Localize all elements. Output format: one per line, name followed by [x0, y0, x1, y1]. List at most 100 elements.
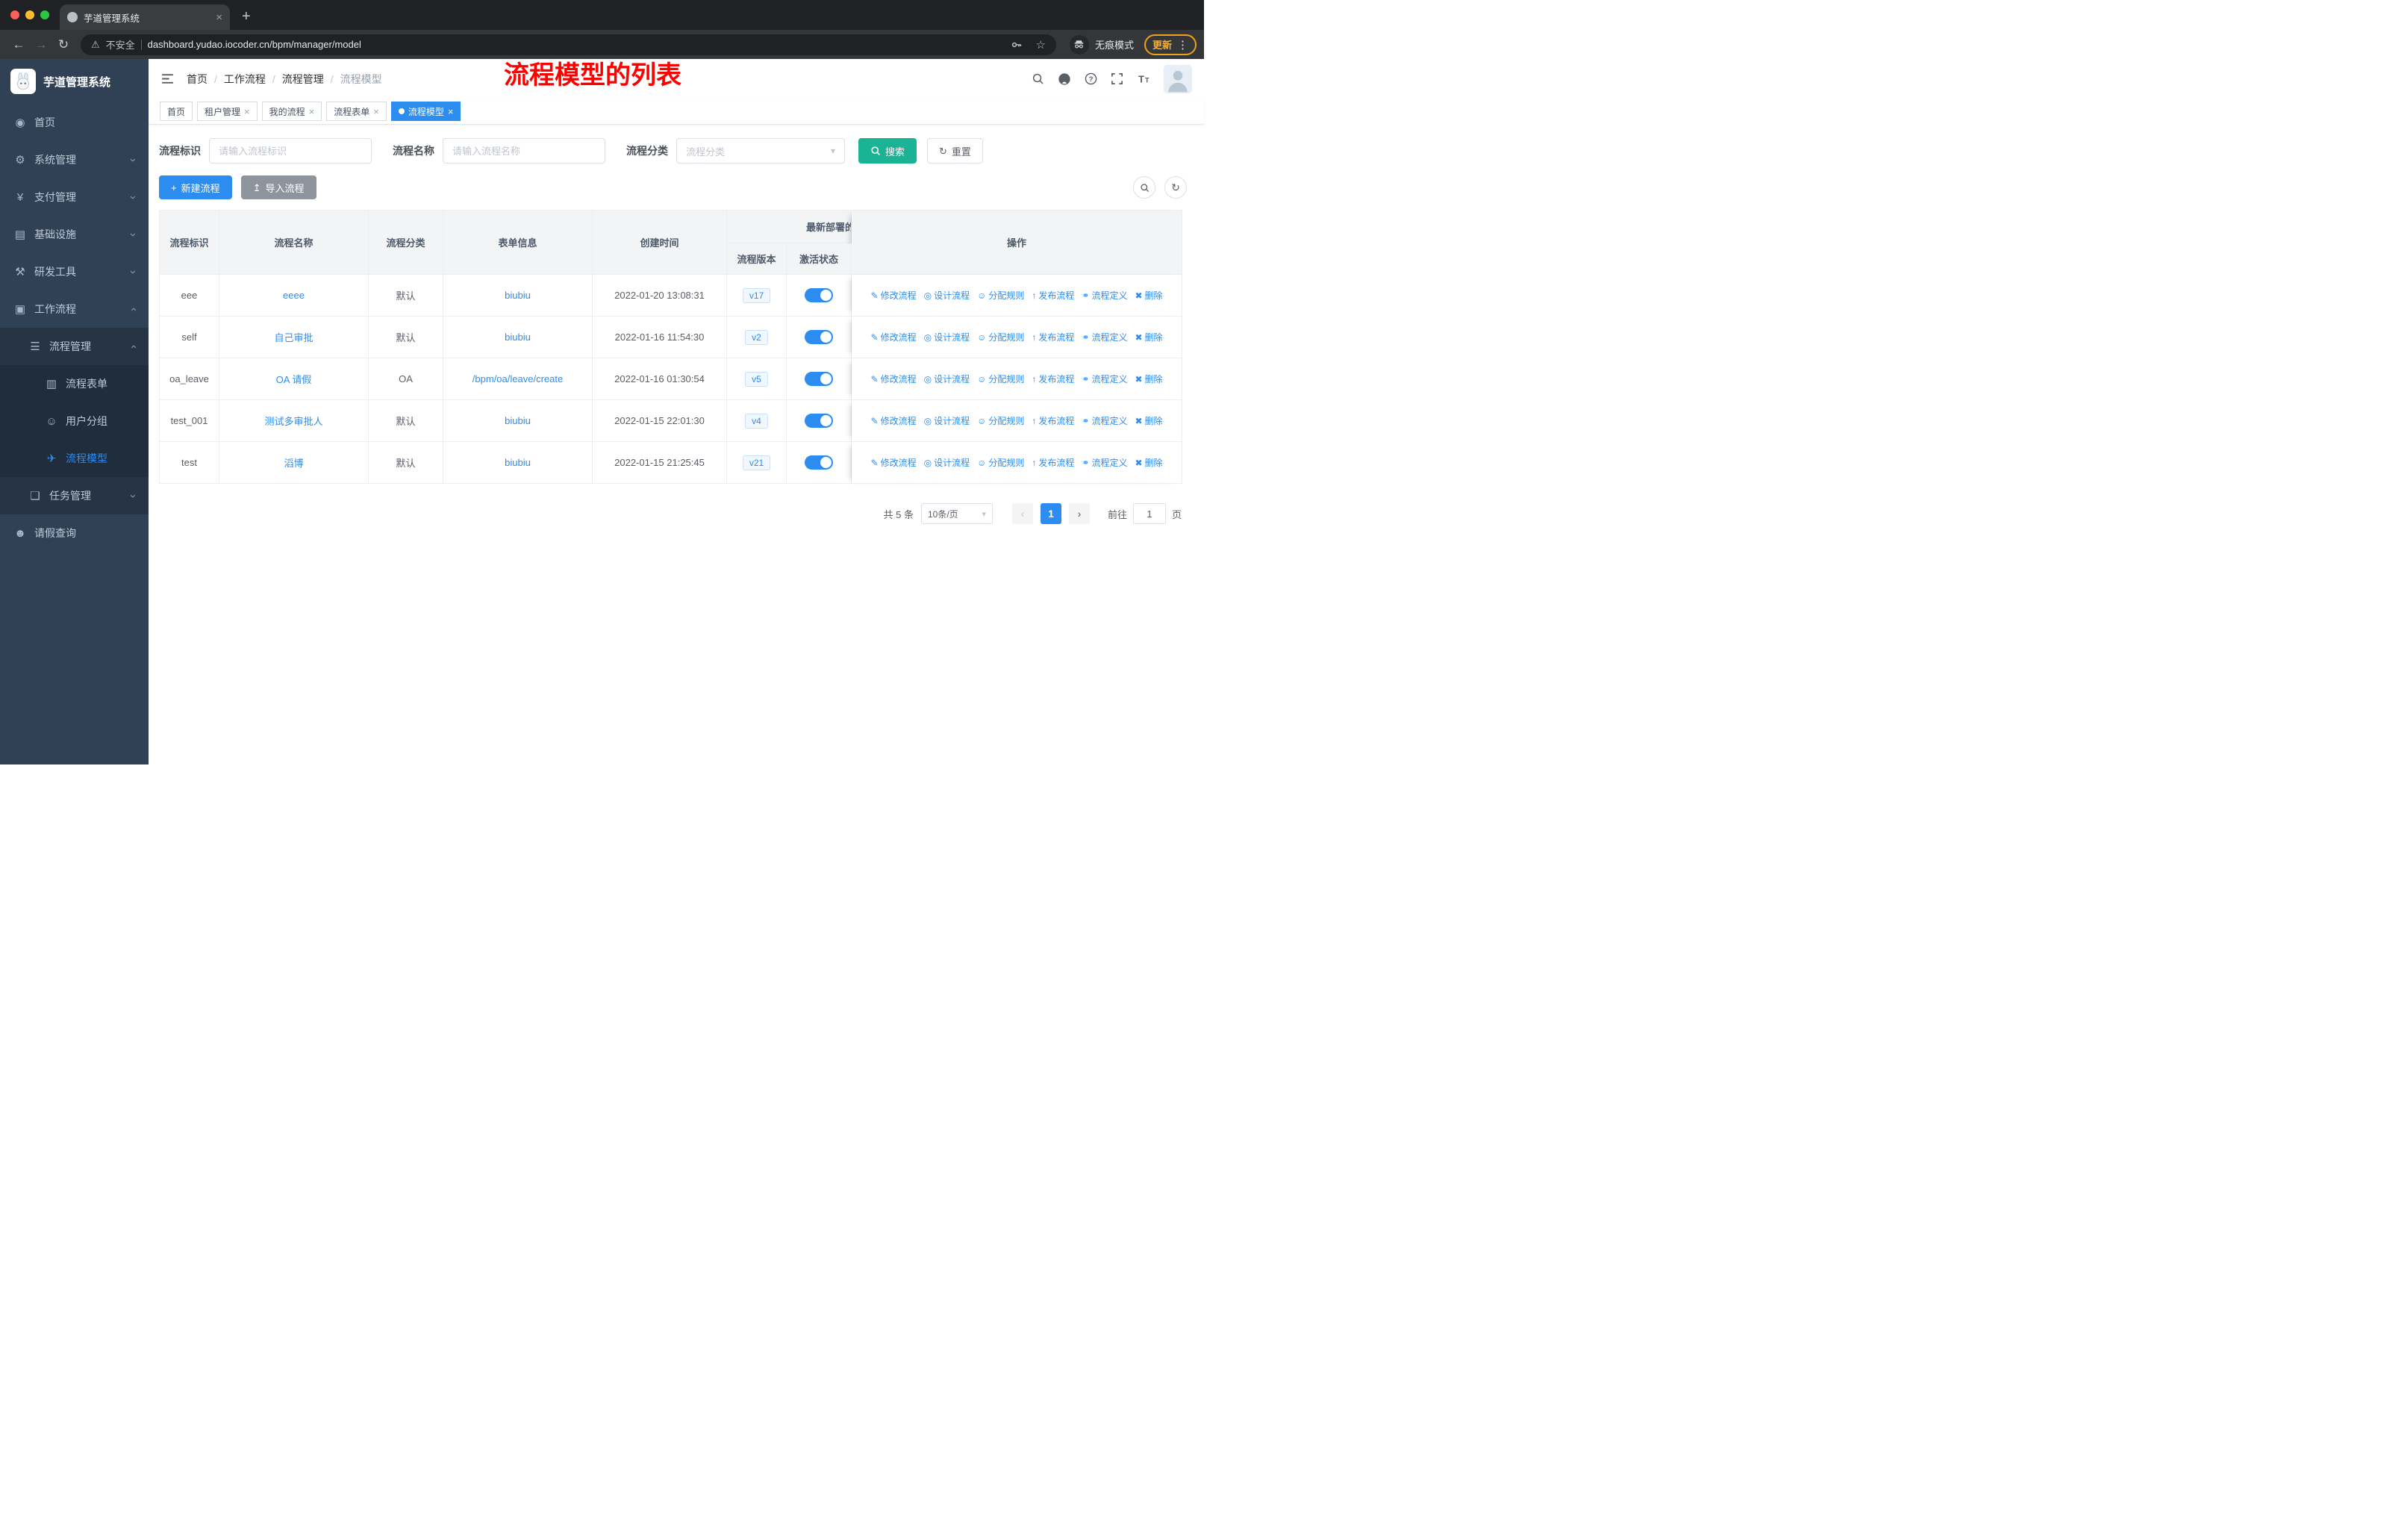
- model-name-link[interactable]: 滔博: [284, 458, 303, 469]
- action-edit[interactable]: ✎ 修改流程: [871, 331, 917, 343]
- action-publish[interactable]: ↑ 发布流程: [1032, 289, 1074, 302]
- action-edit[interactable]: ✎ 修改流程: [871, 414, 917, 427]
- tab-close-icon[interactable]: ×: [216, 12, 222, 23]
- new-tab-button[interactable]: +: [242, 9, 251, 24]
- reload-icon[interactable]: ↻: [52, 38, 75, 51]
- zoom-window-button[interactable]: [40, 10, 49, 19]
- close-window-button[interactable]: [10, 10, 19, 19]
- sidebar-item-process-form[interactable]: ▥ 流程表单: [0, 365, 149, 402]
- model-name-link[interactable]: 自己审批: [274, 332, 313, 343]
- sidebar-item-system[interactable]: ⚙ 系统管理 ›: [0, 141, 149, 178]
- action-edit[interactable]: ✎ 修改流程: [871, 456, 917, 469]
- tag-close-icon[interactable]: ×: [309, 107, 315, 116]
- forward-icon[interactable]: →: [30, 38, 52, 51]
- action-publish[interactable]: ↑ 发布流程: [1032, 414, 1074, 427]
- model-name-link[interactable]: eeee: [283, 290, 305, 301]
- action-delete[interactable]: ✖ 删除: [1135, 414, 1162, 427]
- action-assign-rule[interactable]: ☺ 分配规则: [977, 289, 1024, 302]
- process-category-select[interactable]: 流程分类 ▾: [676, 138, 845, 164]
- github-icon[interactable]: [1058, 72, 1071, 86]
- action-delete[interactable]: ✖ 删除: [1135, 456, 1162, 469]
- sidebar-item-process-model[interactable]: ✈ 流程模型: [0, 440, 149, 477]
- action-delete[interactable]: ✖ 删除: [1135, 331, 1162, 343]
- model-name-link[interactable]: OA 请假: [276, 374, 312, 385]
- action-design[interactable]: ◎ 设计流程: [924, 331, 970, 343]
- search-icon[interactable]: [1032, 72, 1044, 85]
- sidebar-item-task-management[interactable]: ❏ 任务管理 ›: [0, 477, 149, 514]
- browser-menu-update-button[interactable]: 更新 ⋮: [1144, 34, 1197, 55]
- action-assign-rule[interactable]: ☺ 分配规则: [977, 456, 1024, 469]
- action-edit[interactable]: ✎ 修改流程: [871, 289, 917, 302]
- tag-process-form[interactable]: 流程表单 ×: [326, 102, 387, 121]
- sidebar-item-workflow[interactable]: ▣ 工作流程 ›: [0, 290, 149, 328]
- form-link[interactable]: biubiu: [505, 331, 531, 343]
- form-link[interactable]: /bpm/oa/leave/create: [472, 373, 563, 384]
- help-icon[interactable]: ?: [1085, 72, 1097, 85]
- form-link[interactable]: biubiu: [505, 457, 531, 468]
- collapse-sidebar-icon[interactable]: [160, 72, 175, 86]
- action-edit[interactable]: ✎ 修改流程: [871, 373, 917, 385]
- bookmark-star-icon[interactable]: ☆: [1036, 38, 1046, 52]
- hide-search-button[interactable]: [1133, 176, 1155, 199]
- action-definition[interactable]: ⚭ 流程定义: [1082, 289, 1127, 302]
- model-name-link[interactable]: 测试多审批人: [264, 416, 322, 427]
- process-key-input[interactable]: [209, 138, 372, 164]
- breadcrumb-process-management[interactable]: 流程管理: [282, 72, 340, 87]
- tag-close-icon[interactable]: ×: [373, 107, 379, 116]
- breadcrumb-home[interactable]: 首页: [187, 72, 224, 87]
- tag-my-process[interactable]: 我的流程 ×: [261, 102, 322, 121]
- action-design[interactable]: ◎ 设计流程: [924, 373, 970, 385]
- action-design[interactable]: ◎ 设计流程: [924, 414, 970, 427]
- create-process-button[interactable]: + 新建流程: [159, 175, 232, 199]
- sidebar-item-user-group[interactable]: ☺ 用户分组: [0, 402, 149, 440]
- fullscreen-icon[interactable]: [1111, 72, 1123, 85]
- form-link[interactable]: biubiu: [505, 415, 531, 426]
- page-size-select[interactable]: 10条/页 ▾: [920, 503, 993, 524]
- prev-page-button[interactable]: ‹: [1011, 503, 1033, 524]
- active-toggle[interactable]: [805, 455, 833, 470]
- search-button[interactable]: 搜索: [858, 138, 917, 164]
- tag-close-icon[interactable]: ×: [244, 107, 250, 116]
- url-text[interactable]: dashboard.yudao.iocoder.cn/bpm/manager/m…: [148, 39, 999, 50]
- action-delete[interactable]: ✖ 删除: [1135, 373, 1162, 385]
- active-toggle[interactable]: [805, 288, 833, 302]
- sidebar-item-devtools[interactable]: ⚒ 研发工具 ›: [0, 253, 149, 290]
- action-assign-rule[interactable]: ☺ 分配规则: [977, 414, 1024, 427]
- action-definition[interactable]: ⚭ 流程定义: [1082, 456, 1127, 469]
- tag-home[interactable]: 首页: [160, 102, 193, 121]
- reset-button[interactable]: ↻ 重置: [927, 138, 983, 164]
- user-avatar[interactable]: [1164, 64, 1192, 93]
- active-toggle[interactable]: [805, 414, 833, 428]
- sidebar-item-infrastructure[interactable]: ▤ 基础设施 ›: [0, 216, 149, 253]
- security-label[interactable]: 不安全: [106, 37, 135, 52]
- goto-page-input[interactable]: [1132, 503, 1166, 524]
- tag-close-icon[interactable]: ×: [448, 107, 454, 116]
- action-definition[interactable]: ⚭ 流程定义: [1082, 373, 1127, 385]
- active-toggle[interactable]: [805, 372, 833, 386]
- action-design[interactable]: ◎ 设计流程: [924, 289, 970, 302]
- back-icon[interactable]: ←: [7, 38, 30, 51]
- sidebar-item-home[interactable]: ◉ 首页: [0, 104, 149, 141]
- sidebar-item-leave-query[interactable]: ☻ 请假查询: [0, 514, 149, 552]
- action-design[interactable]: ◎ 设计流程: [924, 456, 970, 469]
- font-size-icon[interactable]: TT: [1137, 72, 1150, 86]
- action-definition[interactable]: ⚭ 流程定义: [1082, 414, 1127, 427]
- sidebar-item-process-management[interactable]: ☰ 流程管理 ›: [0, 328, 149, 365]
- action-publish[interactable]: ↑ 发布流程: [1032, 373, 1074, 385]
- active-toggle[interactable]: [805, 330, 833, 344]
- action-publish[interactable]: ↑ 发布流程: [1032, 331, 1074, 343]
- refresh-table-button[interactable]: ↻: [1164, 176, 1187, 199]
- next-page-button[interactable]: ›: [1068, 503, 1090, 524]
- minimize-window-button[interactable]: [25, 10, 34, 19]
- process-name-input[interactable]: [443, 138, 605, 164]
- sidebar-item-payment[interactable]: ¥ 支付管理 ›: [0, 178, 149, 216]
- tag-tenant[interactable]: 租户管理 ×: [197, 102, 258, 121]
- page-1-button[interactable]: 1: [1040, 503, 1061, 524]
- breadcrumb-workflow[interactable]: 工作流程: [224, 72, 282, 87]
- action-assign-rule[interactable]: ☺ 分配规则: [977, 331, 1024, 343]
- action-assign-rule[interactable]: ☺ 分配规则: [977, 373, 1024, 385]
- action-definition[interactable]: ⚭ 流程定义: [1082, 331, 1127, 343]
- browser-tab[interactable]: 芋道管理系统 ×: [60, 4, 230, 30]
- key-icon[interactable]: [1011, 39, 1023, 51]
- form-link[interactable]: biubiu: [505, 290, 531, 301]
